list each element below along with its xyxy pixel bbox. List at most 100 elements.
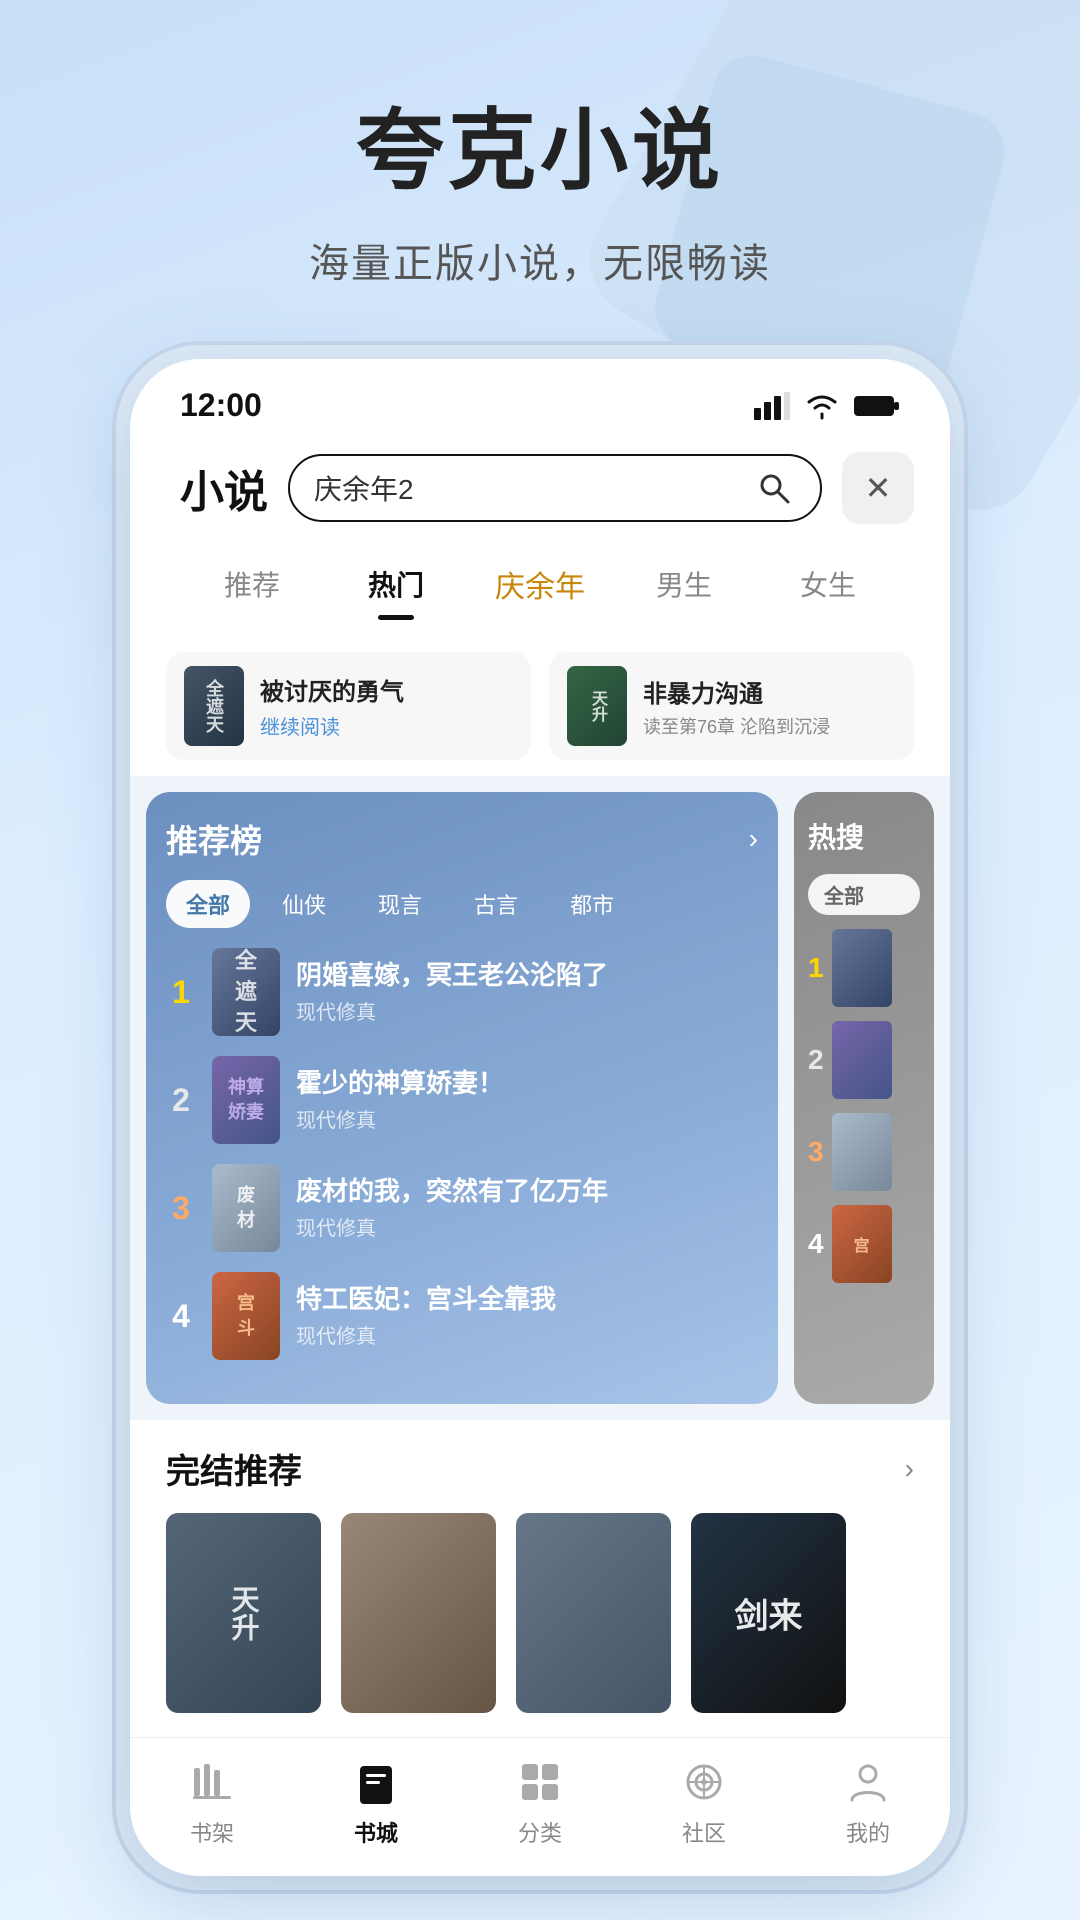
completed-book-1[interactable]: 天升 — [166, 1513, 321, 1713]
header-section: 夸克小说 海量正版小说，无限畅读 — [0, 0, 1080, 329]
reading-info-2: 非暴力沟通 读至第76章 沦陷到沉浸 — [643, 674, 896, 739]
hot-search-section: 热搜 全部 1 2 3 4 — [794, 792, 934, 1404]
reading-title-2: 非暴力沟通 — [643, 674, 896, 709]
ranking-arrow[interactable]: › — [749, 823, 758, 855]
nav-profile-label: 我的 — [846, 1816, 890, 1848]
completed-title: 完结推荐 — [166, 1444, 302, 1493]
cat-xianxia[interactable]: 仙侠 — [262, 880, 346, 928]
nav-community-label: 社区 — [682, 1816, 726, 1848]
nav-category[interactable]: 分类 — [458, 1756, 622, 1848]
reading-info-1: 被讨厌的勇气 继续阅读 — [260, 672, 513, 740]
ranking-heading: 推荐榜 — [166, 816, 262, 862]
reading-card-2[interactable]: 天升 非暴力沟通 读至第76章 沦陷到沉浸 — [549, 652, 914, 760]
close-button[interactable]: ✕ — [842, 452, 914, 524]
rank-cover-1: 全遮天 — [212, 948, 280, 1036]
reading-card-1[interactable]: 全遮天 被讨厌的勇气 继续阅读 — [166, 652, 531, 760]
hot-item-4[interactable]: 4 宫 — [808, 1205, 920, 1283]
app-subtitle: 海量正版小说，无限畅读 — [80, 231, 1000, 289]
rank-num-3: 3 — [166, 1190, 196, 1227]
cat-xiandai[interactable]: 现言 — [358, 880, 442, 928]
app-title: 夸克小说 — [80, 80, 1000, 207]
bookshelf-icon — [186, 1756, 238, 1808]
status-time: 12:00 — [180, 387, 262, 424]
reading-status-1: 继续阅读 — [260, 711, 513, 740]
status-icons — [754, 392, 900, 420]
book-icon — [350, 1756, 402, 1808]
nav-bookshelf[interactable]: 书架 — [130, 1756, 294, 1848]
rank-genre-4: 现代修真 — [296, 1320, 758, 1349]
nav-community[interactable]: 社区 — [622, 1756, 786, 1848]
top-bar: 小说 庆余年2 ✕ — [130, 434, 950, 542]
tab-female[interactable]: 女生 — [756, 554, 900, 614]
reading-progress-2: 读至第76章 沦陷到沉浸 — [643, 713, 896, 739]
nav-bookshelf-label: 书架 — [190, 1816, 234, 1848]
battery-icon — [854, 393, 900, 419]
hot-cat-all[interactable]: 全部 — [808, 874, 920, 915]
section-title: 小说 — [180, 456, 268, 520]
reading-title-1: 被讨厌的勇气 — [260, 672, 513, 707]
nav-tabs: 推荐 热门 庆余年 男生 女生 — [130, 542, 950, 632]
rank-title-2: 霍少的神算娇妻！ — [296, 1067, 758, 1101]
nav-bookstore-label: 书城 — [354, 1816, 398, 1848]
hot-search-header: 热搜 — [808, 816, 920, 856]
completed-section: 完结推荐 › 天升 — [130, 1420, 950, 1737]
reading-cards: 全遮天 被讨厌的勇气 继续阅读 天升 非暴力沟通 读至第76章 沦陷到沉浸 — [130, 632, 950, 776]
hot-search-heading: 热搜 — [808, 816, 864, 856]
rank-info-2: 霍少的神算娇妻！ 现代修真 — [296, 1067, 758, 1134]
wifi-icon — [804, 392, 840, 420]
rank-num-2: 2 — [166, 1082, 196, 1119]
rank-item-3[interactable]: 3 废材 废材的我，突然有了亿万年 现代修真 — [166, 1164, 758, 1252]
signal-icon — [754, 392, 790, 420]
completed-book-2[interactable] — [341, 1513, 496, 1713]
book-cover-1: 全遮天 — [184, 666, 244, 746]
nav-category-label: 分类 — [518, 1816, 562, 1848]
rank-item-1[interactable]: 1 全遮天 阴婚喜嫁，冥王老公沦陷了 现代修真 — [166, 948, 758, 1036]
rank-title-3: 废材的我，突然有了亿万年 — [296, 1175, 758, 1209]
main-content: 推荐榜 › 全部 仙侠 现言 古言 都市 1 全遮天 — [130, 776, 950, 1420]
cat-dushi[interactable]: 都市 — [550, 880, 634, 928]
hot-item-3[interactable]: 3 — [808, 1113, 920, 1191]
cat-all[interactable]: 全部 — [166, 880, 250, 928]
search-button[interactable] — [752, 466, 796, 510]
rank-cover-4: 宫斗 — [212, 1272, 280, 1360]
bottom-nav: 书架 书城 — [130, 1737, 950, 1876]
tab-male[interactable]: 男生 — [612, 554, 756, 614]
profile-icon — [842, 1756, 894, 1808]
rank-item-4[interactable]: 4 宫斗 特工医妃：宫斗全靠我 现代修真 — [166, 1272, 758, 1360]
phone-mockup: 12:00 — [130, 359, 950, 1876]
phone-wrapper: 12:00 — [0, 359, 1080, 1876]
ranking-section: 推荐榜 › 全部 仙侠 现言 古言 都市 1 全遮天 — [146, 792, 778, 1404]
rank-info-4: 特工医妃：宫斗全靠我 现代修真 — [296, 1283, 758, 1350]
hot-item-2[interactable]: 2 — [808, 1021, 920, 1099]
close-icon: ✕ — [865, 469, 892, 507]
completed-cover-4: 剑来 — [691, 1513, 846, 1713]
completed-book-3[interactable] — [516, 1513, 671, 1713]
rank-genre-1: 现代修真 — [296, 996, 758, 1025]
search-text: 庆余年2 — [314, 468, 740, 508]
completed-header: 完结推荐 › — [166, 1444, 914, 1493]
completed-cover-1: 天升 — [166, 1513, 321, 1713]
tab-hot[interactable]: 热门 — [324, 554, 468, 614]
completed-book-4[interactable]: 剑来 — [691, 1513, 846, 1713]
tab-recommend[interactable]: 推荐 — [180, 554, 324, 614]
nav-profile[interactable]: 我的 — [786, 1756, 950, 1848]
ranking-header: 推荐榜 › — [166, 816, 758, 862]
search-box[interactable]: 庆余年2 — [288, 454, 822, 522]
rank-genre-2: 现代修真 — [296, 1104, 758, 1133]
community-icon — [678, 1756, 730, 1808]
completed-arrow[interactable]: › — [905, 1453, 914, 1485]
rank-num-4: 4 — [166, 1298, 196, 1335]
grid-icon — [514, 1756, 566, 1808]
rank-item-2[interactable]: 2 神算娇妻 霍少的神算娇妻！ 现代修真 — [166, 1056, 758, 1144]
category-filter: 全部 仙侠 现言 古言 都市 — [166, 880, 758, 928]
rank-num-1: 1 — [166, 974, 196, 1011]
hot-item-1[interactable]: 1 — [808, 929, 920, 1007]
nav-bookstore[interactable]: 书城 — [294, 1756, 458, 1848]
completed-cover-3 — [516, 1513, 671, 1713]
rank-title-4: 特工医妃：宫斗全靠我 — [296, 1283, 758, 1317]
rank-title-1: 阴婚喜嫁，冥王老公沦陷了 — [296, 959, 758, 993]
cat-guyan[interactable]: 古言 — [454, 880, 538, 928]
rank-info-1: 阴婚喜嫁，冥王老公沦陷了 现代修真 — [296, 959, 758, 1026]
status-bar: 12:00 — [130, 359, 950, 434]
tab-special[interactable]: 庆余年 — [468, 552, 612, 616]
